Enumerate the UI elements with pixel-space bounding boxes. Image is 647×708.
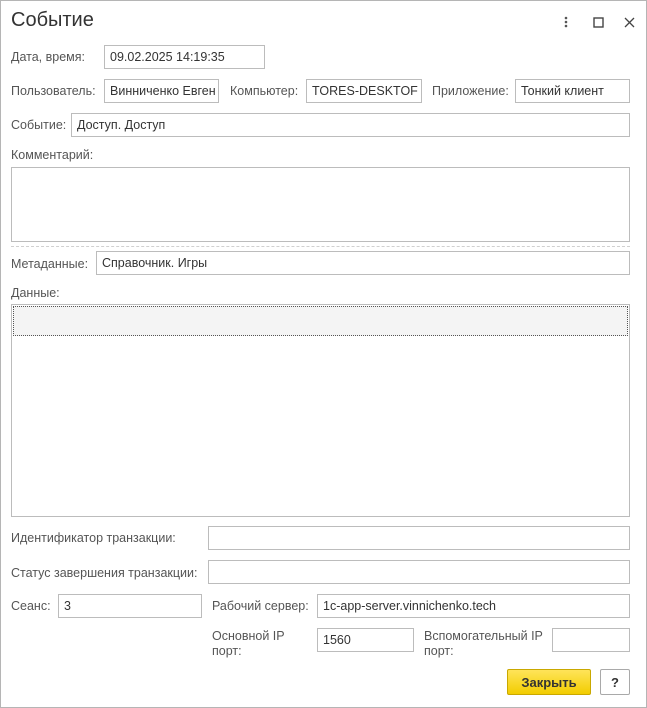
session-label: Сеанс: [11, 599, 51, 613]
aux-port-label-line1: Вспомогательный IP [424, 629, 543, 643]
close-icon[interactable] [620, 13, 638, 31]
application-field[interactable]: Тонкий клиент [515, 79, 630, 103]
data-list[interactable] [11, 304, 630, 517]
dialog-title: Событие [11, 9, 94, 31]
server-field[interactable]: 1c-app-server.vinnichenko.tech [317, 594, 630, 618]
metadata-label: Метаданные: [11, 257, 89, 271]
aux-port-label: Вспомогательный IP порт: [424, 629, 543, 659]
datetime-label: Дата, время: [11, 50, 86, 64]
transaction-status-label: Статус завершения транзакции: [11, 566, 198, 580]
transaction-id-field[interactable] [208, 526, 630, 550]
event-field[interactable]: Доступ. Доступ [71, 113, 630, 137]
comment-textarea[interactable] [11, 167, 630, 242]
transaction-status-field[interactable] [208, 560, 630, 584]
main-port-label-line1: Основной IP [212, 629, 285, 643]
data-list-selected-row[interactable] [13, 306, 628, 336]
maximize-icon[interactable] [589, 13, 607, 31]
section-separator [11, 246, 630, 247]
data-label: Данные: [11, 286, 60, 300]
help-button[interactable]: ? [600, 669, 630, 695]
computer-label: Компьютер: [230, 84, 299, 98]
user-label: Пользователь: [11, 84, 96, 98]
user-field[interactable]: Винниченко Евген [104, 79, 219, 103]
server-label: Рабочий сервер: [212, 599, 309, 613]
more-actions-icon[interactable] [557, 13, 575, 31]
metadata-field[interactable]: Справочник. Игры [96, 251, 630, 275]
main-port-field[interactable]: 1560 [317, 628, 414, 652]
aux-port-field[interactable] [552, 628, 630, 652]
transaction-id-label: Идентификатор транзакции: [11, 531, 176, 545]
application-label: Приложение: [432, 84, 509, 98]
session-field[interactable]: 3 [58, 594, 202, 618]
main-port-label-line2: порт: [212, 644, 242, 658]
computer-field[interactable]: TORES-DESKTOF [306, 79, 422, 103]
comment-label: Комментарий: [11, 148, 94, 162]
event-label: Событие: [11, 118, 67, 132]
event-dialog: Событие Дата, время: 09.02.2025 14:19:35… [0, 0, 647, 708]
close-button[interactable]: Закрыть [507, 669, 591, 695]
datetime-field[interactable]: 09.02.2025 14:19:35 [104, 45, 265, 69]
main-port-label: Основной IP порт: [212, 629, 285, 659]
aux-port-label-line2: порт: [424, 644, 454, 658]
